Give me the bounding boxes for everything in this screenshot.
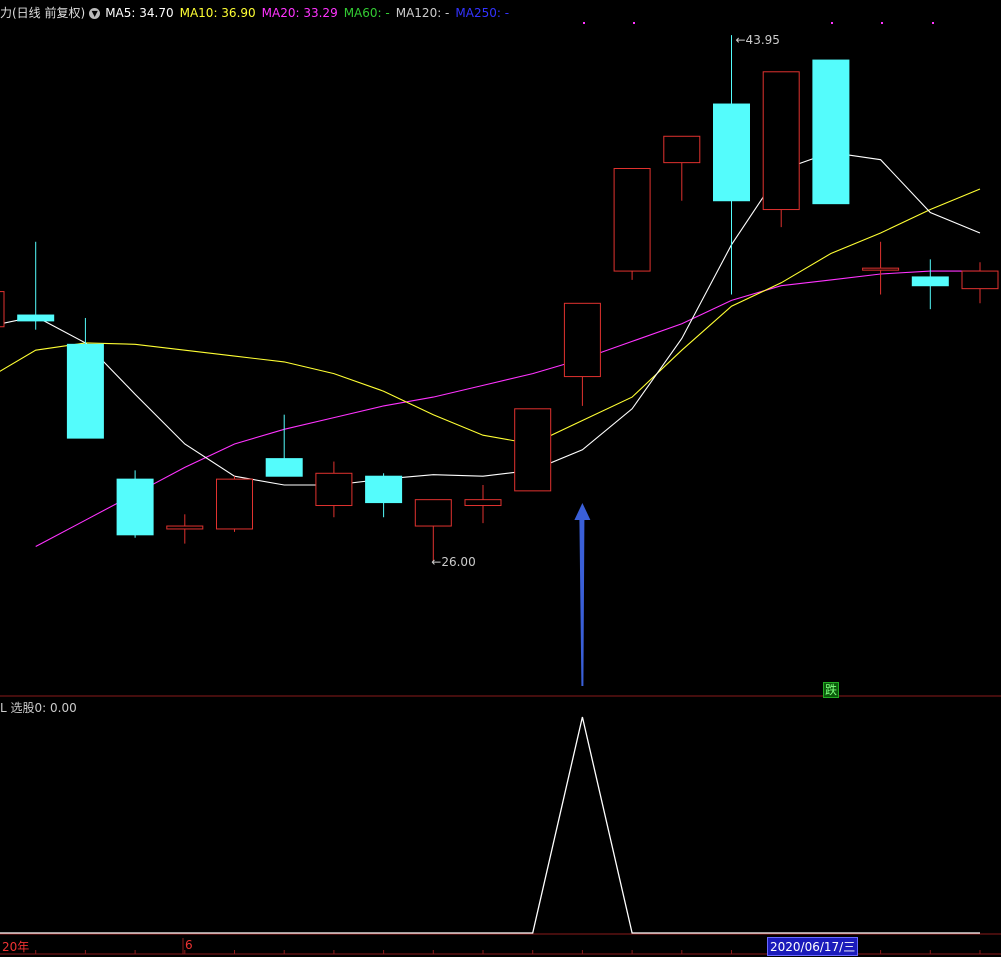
ma250-legend: MA250: - xyxy=(455,6,510,20)
candle-body-up xyxy=(315,472,353,507)
candle-body-up xyxy=(514,408,552,492)
candle-body-up xyxy=(414,499,452,527)
top-marker xyxy=(583,22,585,24)
candle-body-down xyxy=(365,475,403,504)
ma60-legend: MA60: - xyxy=(343,6,390,20)
ma120-legend: MA120: - xyxy=(395,6,450,20)
candle-body-up xyxy=(663,135,701,164)
candle-body-up xyxy=(563,302,601,378)
candle-body-down xyxy=(265,458,303,477)
chart-canvas[interactable]: ←43.95 ←26.00 xyxy=(0,0,1001,957)
top-marker xyxy=(633,22,635,24)
ma20-legend: MA20: 33.29 xyxy=(261,6,338,20)
sub-indicator-label: L 选股0: 0.00 xyxy=(0,701,77,715)
sub-indicator-chart xyxy=(0,716,980,934)
signal-arrow-shape xyxy=(574,503,591,686)
candle-body-down xyxy=(116,478,154,536)
top-marker xyxy=(881,22,883,24)
candle-body-up xyxy=(216,478,253,530)
crosshair-date-badge[interactable]: 2020/06/17/三 xyxy=(767,937,859,956)
ma20-line xyxy=(35,270,980,547)
fall-signal-badge: 跌 xyxy=(823,682,840,698)
ma5-legend: MA5: 34.70 xyxy=(105,6,174,20)
low-price-label: ←26.00 xyxy=(431,555,475,569)
chart-header: 力(日线 前复权) ▼ MA5: 34.70 MA10: 36.90 MA20: 33.… xyxy=(0,4,515,22)
stock-title: 力(日线 前复权) xyxy=(0,6,86,20)
candle-body-up xyxy=(613,168,651,272)
sub-indicator-line xyxy=(0,716,980,934)
candle-body-down xyxy=(17,314,55,322)
candle-body-down xyxy=(713,103,750,202)
top-marker xyxy=(932,22,934,24)
month-label: 6 xyxy=(185,938,193,952)
buy-signal-arrow xyxy=(574,503,591,686)
year-label: 20年 xyxy=(2,940,30,954)
candle-body-up xyxy=(862,267,900,271)
ma10-legend: MA10: 36.90 xyxy=(179,6,256,20)
high-price-label: ←43.95 xyxy=(736,33,780,47)
candle-body-down xyxy=(812,59,850,205)
candle-body-up xyxy=(464,499,502,507)
top-marker xyxy=(831,22,833,24)
candle-body-down xyxy=(66,343,104,439)
candle-body-down xyxy=(911,276,949,287)
candle-body-up xyxy=(762,71,800,211)
candle-body-up xyxy=(961,270,999,290)
chevron-down-icon[interactable]: ▼ xyxy=(89,8,101,19)
candlestick-series xyxy=(0,35,999,562)
candle-body-up xyxy=(166,525,204,530)
candle-body-up xyxy=(0,291,5,328)
